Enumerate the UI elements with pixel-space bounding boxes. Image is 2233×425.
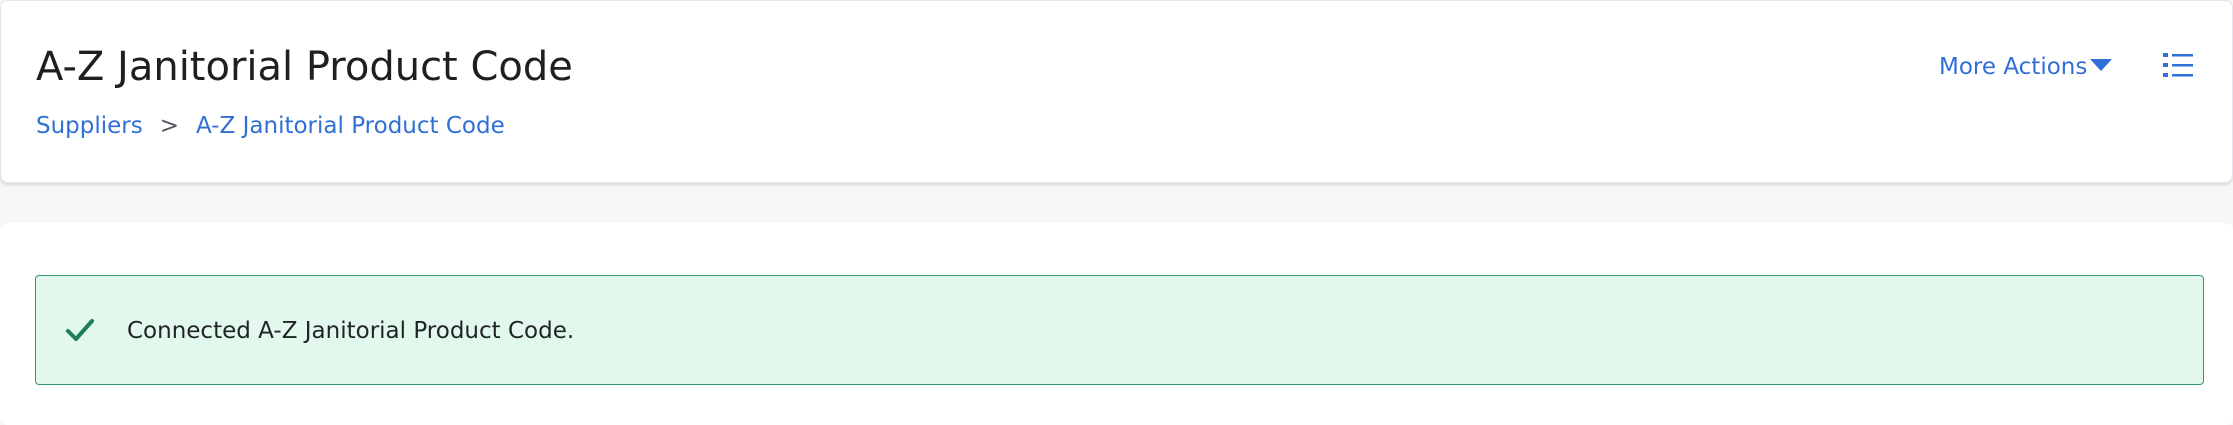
caret-down-icon — [2090, 59, 2113, 71]
page-header: A-Z Janitorial Product Code Suppliers > … — [0, 0, 2233, 183]
breadcrumb-separator: > — [159, 113, 180, 139]
breadcrumb-item-current[interactable]: A-Z Janitorial Product Code — [196, 111, 505, 141]
check-icon — [66, 319, 94, 341]
list-icon — [2163, 53, 2193, 77]
more-actions-label: More Actions — [1939, 54, 2088, 80]
breadcrumb: Suppliers > A-Z Janitorial Product Code — [36, 111, 505, 141]
breadcrumb-item-suppliers[interactable]: Suppliers — [36, 111, 143, 141]
list-view-button[interactable] — [2163, 51, 2193, 79]
success-alert: Connected A-Z Janitorial Product Code. — [35, 275, 2204, 385]
more-actions-button[interactable]: More Actions — [1939, 51, 2113, 83]
page-title: A-Z Janitorial Product Code — [36, 44, 573, 90]
alert-message: Connected A-Z Janitorial Product Code. — [127, 318, 575, 344]
